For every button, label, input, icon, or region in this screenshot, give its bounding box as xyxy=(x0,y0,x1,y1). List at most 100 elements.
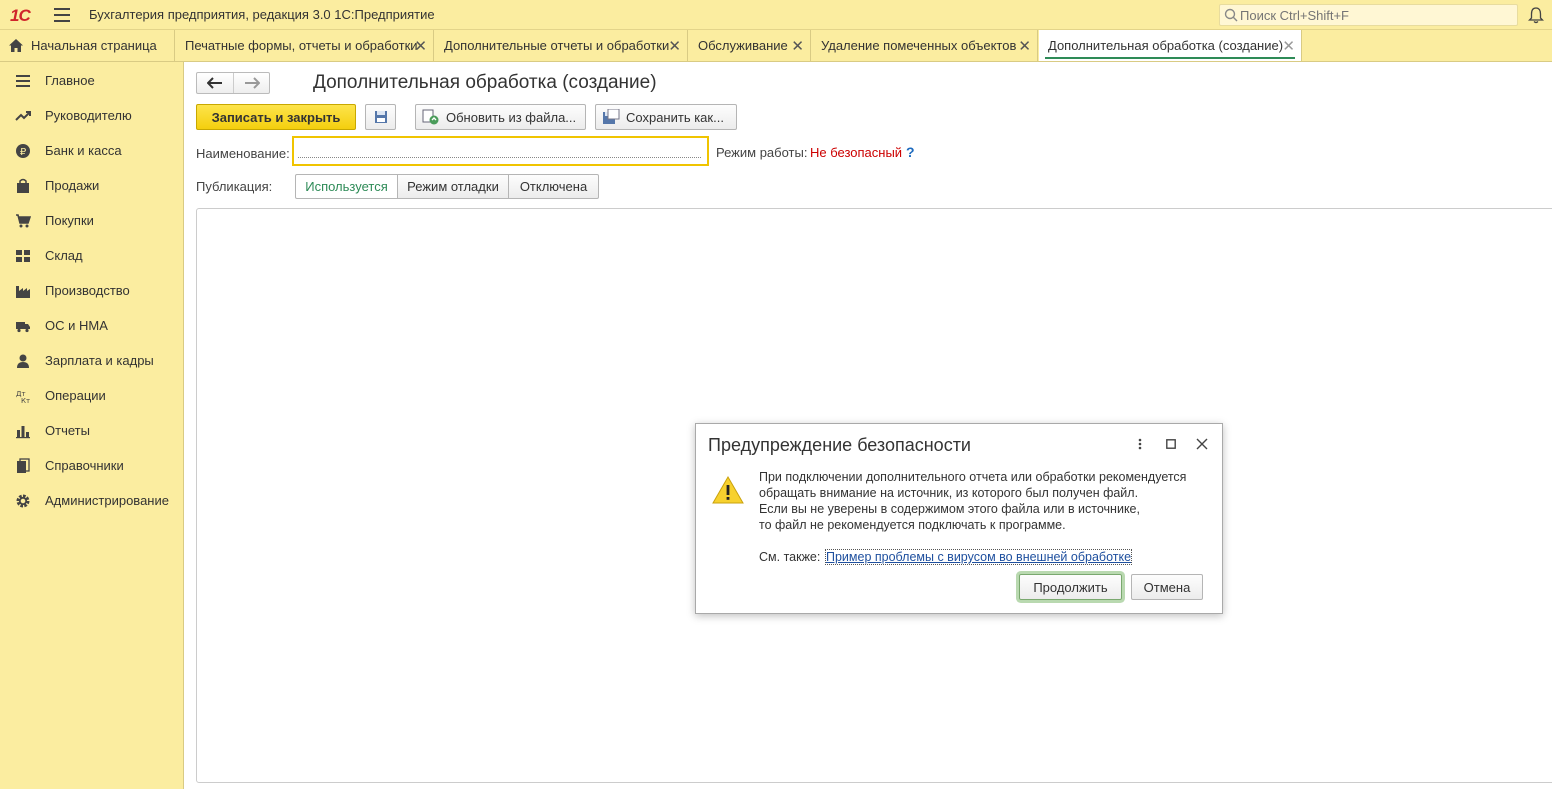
app-logo[interactable]: 1С xyxy=(10,6,31,26)
main-menu-icon[interactable] xyxy=(54,8,70,22)
history-nav xyxy=(196,72,270,94)
sidebar-item-label: Банк и касса xyxy=(45,143,122,158)
close-icon[interactable]: ✕ xyxy=(1282,37,1295,55)
sidebar-item-reports[interactable]: Отчеты xyxy=(0,413,184,448)
update-file-icon xyxy=(422,109,439,125)
name-field[interactable] xyxy=(292,136,709,166)
tab-additional-processing[interactable]: Дополнительная обработка (создание) ✕ xyxy=(1039,30,1302,61)
update-from-file-label: Обновить из файла... xyxy=(446,109,577,125)
dialog-message: При подключении дополнительного отчета и… xyxy=(759,469,1209,533)
close-icon[interactable]: ✕ xyxy=(1018,37,1031,55)
ruble-icon: ₽ xyxy=(16,144,30,158)
sidebar-item-label: Главное xyxy=(45,73,95,88)
trend-icon xyxy=(15,111,31,121)
bar-chart-icon xyxy=(16,426,30,439)
name-label: Наименование: xyxy=(196,146,290,161)
close-icon[interactable]: ✕ xyxy=(668,37,681,55)
bell-icon[interactable] xyxy=(1528,6,1544,24)
svg-text:Кт: Кт xyxy=(21,397,30,404)
tab-label: Начальная страница xyxy=(31,38,157,53)
factory-icon xyxy=(16,286,30,298)
tab-maintenance[interactable]: Обслуживание ✕ xyxy=(689,30,811,61)
sidebar-item-label: ОС и НМА xyxy=(45,318,108,333)
forward-button[interactable] xyxy=(234,73,270,93)
continue-button[interactable]: Продолжить xyxy=(1019,574,1122,600)
dialog-message-line: Если вы не уверены в содержимом этого фа… xyxy=(759,502,1140,516)
floppy-disk-icon xyxy=(374,111,387,123)
page-title: Дополнительная обработка (создание) xyxy=(313,72,657,93)
close-icon[interactable]: ✕ xyxy=(414,37,427,55)
tab-label: Печатные формы, отчеты и обработки xyxy=(185,38,418,53)
home-icon xyxy=(9,39,23,52)
tab-label: Удаление помеченных объектов xyxy=(821,38,1017,53)
sidebar-item-fixed-assets[interactable]: ОС и НМА xyxy=(0,308,184,343)
sidebar-item-label: Производство xyxy=(45,283,130,298)
search-box[interactable] xyxy=(1219,4,1518,26)
close-icon[interactable] xyxy=(1194,436,1210,452)
sidebar-item-admin[interactable]: Администрирование xyxy=(0,483,184,518)
sidebar-item-production[interactable]: Производство xyxy=(0,273,184,308)
sidebar-item-label: Администрирование xyxy=(45,493,169,508)
sidebar-item-label: Отчеты xyxy=(45,423,90,438)
sidebar-item-catalogs[interactable]: Справочники xyxy=(0,448,184,483)
sidebar-item-purchases[interactable]: Покупки xyxy=(0,203,184,238)
sidebar-item-label: Операции xyxy=(45,388,106,403)
title-bar: 1С Бухгалтерия предприятия, редакция 3.0… xyxy=(0,0,1552,30)
sidebar-item-label: Справочники xyxy=(45,458,124,473)
tab-home[interactable]: Начальная страница xyxy=(0,30,175,61)
tab-delete-marked[interactable]: Удаление помеченных объектов ✕ xyxy=(812,30,1038,61)
publication-disabled[interactable]: Отключена xyxy=(508,174,599,199)
sidebar: Главное Руководителю ₽ Банк и касса Прод… xyxy=(0,62,184,789)
save-as-label: Сохранить как... xyxy=(626,109,724,125)
sidebar-item-sales[interactable]: Продажи xyxy=(0,168,184,203)
app-title: Бухгалтерия предприятия, редакция 3.0 1С… xyxy=(89,7,435,22)
save-as-button[interactable]: Сохранить как... xyxy=(595,104,737,130)
sidebar-item-main[interactable]: Главное xyxy=(0,63,184,98)
sidebar-item-label: Продажи xyxy=(45,178,100,193)
back-button[interactable] xyxy=(197,73,233,93)
arrow-left-icon xyxy=(207,77,222,89)
tab-label: Дополнительная обработка (создание) xyxy=(1048,38,1284,53)
person-icon xyxy=(17,354,29,368)
search-input[interactable] xyxy=(1240,7,1510,23)
close-icon[interactable]: ✕ xyxy=(791,37,804,55)
dt-kt-icon: ДтКт xyxy=(16,390,30,404)
tab-print-forms[interactable]: Печатные формы, отчеты и обработки ✕ xyxy=(176,30,434,61)
books-icon xyxy=(17,458,30,473)
mode-label: Режим работы: xyxy=(716,145,808,160)
security-warning-dialog: Предупреждение безопасности При подключе… xyxy=(695,423,1223,614)
sidebar-item-salary[interactable]: Зарплата и кадры xyxy=(0,343,184,378)
sidebar-item-label: Склад xyxy=(45,248,83,263)
sidebar-item-warehouse[interactable]: Склад xyxy=(0,238,184,273)
publication-used[interactable]: Используется xyxy=(295,174,398,199)
dialog-message-line: При подключении дополнительного отчета и… xyxy=(759,470,1187,484)
save-as-icon xyxy=(603,109,620,124)
cancel-button[interactable]: Отмена xyxy=(1131,574,1203,600)
sidebar-item-label: Зарплата и кадры xyxy=(45,353,154,368)
warehouse-icon xyxy=(16,250,30,262)
search-icon xyxy=(1224,8,1238,22)
tab-additional-reports[interactable]: Дополнительные отчеты и обработки ✕ xyxy=(435,30,688,61)
gear-icon xyxy=(16,494,30,508)
cart-icon xyxy=(16,214,31,228)
bag-icon xyxy=(17,178,29,193)
arrow-right-icon xyxy=(245,77,260,89)
sidebar-item-operations[interactable]: Дт Кт Операции xyxy=(0,378,184,413)
truck-icon xyxy=(16,322,30,333)
help-icon[interactable]: ? xyxy=(906,144,915,160)
sidebar-item-manager[interactable]: Руководителю xyxy=(0,98,184,133)
mode-value-link[interactable]: Не безопасный xyxy=(810,145,902,160)
dialog-title: Предупреждение безопасности xyxy=(708,435,971,455)
sidebar-item-bank[interactable]: ₽ Банк и касса xyxy=(0,133,184,168)
publication-debug[interactable]: Режим отладки xyxy=(397,174,509,199)
sidebar-item-label: Руководителю xyxy=(45,108,132,123)
save-and-close-button[interactable]: Записать и закрыть xyxy=(196,104,356,130)
save-button[interactable] xyxy=(365,104,396,130)
maximize-icon[interactable] xyxy=(1163,436,1179,452)
update-from-file-button[interactable]: Обновить из файла... xyxy=(415,104,586,130)
dialog-message-line: обращать внимание на источник, из которо… xyxy=(759,486,1139,500)
virus-example-link[interactable]: Пример проблемы с вирусом во внешней обр… xyxy=(824,549,1133,565)
see-also-label: См. также: xyxy=(759,550,821,564)
more-icon[interactable] xyxy=(1132,436,1148,452)
publication-label: Публикация: xyxy=(196,179,273,194)
